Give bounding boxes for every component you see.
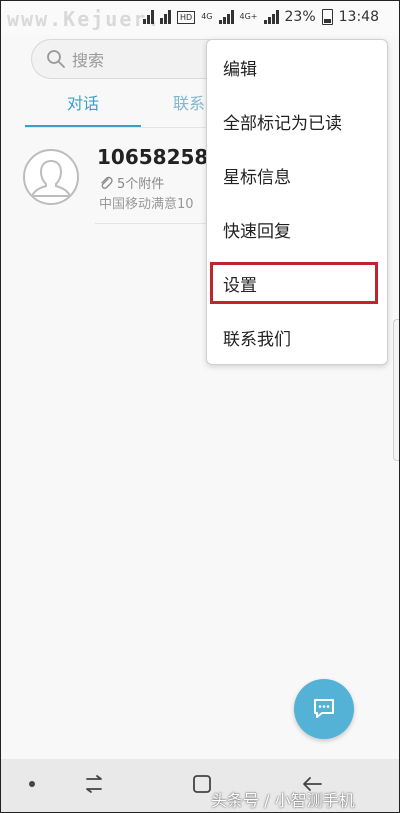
hd-icon: HD xyxy=(177,10,196,24)
signal-icon-2 xyxy=(160,10,172,24)
row-divider xyxy=(95,223,219,224)
recent-apps-icon[interactable] xyxy=(83,773,105,795)
network-4g-icon: 4G xyxy=(201,12,213,21)
menu-item-contact-us[interactable]: 联系我们 xyxy=(207,320,387,360)
attachment-info: 5个附件 xyxy=(99,173,164,192)
home-icon[interactable] xyxy=(191,773,213,795)
watermark-text: www.Kejuer. xyxy=(7,7,162,31)
signal-bars-icon-2 xyxy=(263,10,279,24)
menu-item-edit[interactable]: 编辑 xyxy=(207,50,387,90)
menu-item-mark-all-read[interactable]: 全部标记为已读 xyxy=(207,104,387,144)
overflow-menu: 编辑 全部标记为已读 星标信息 快速回复 设置 联系我们 xyxy=(206,39,388,365)
status-icons: HD 4G 4G+ 23% 13:48 xyxy=(143,9,379,25)
paperclip-icon xyxy=(101,176,113,189)
menu-item-quick-reply[interactable]: 快速回复 xyxy=(207,212,387,252)
attachment-count: 5个附件 xyxy=(117,177,165,192)
status-bar: www.Kejuer. HD 4G 4G+ 23% 13:48 xyxy=(1,1,399,35)
conversation-title: 10658258 xyxy=(97,145,209,169)
edge-panel-handle[interactable] xyxy=(393,319,399,461)
toutiao-watermark: 头条号 / 小智测手机 xyxy=(211,791,355,810)
battery-percent: 23% xyxy=(284,9,316,25)
chat-bubble-icon xyxy=(314,699,334,718)
navigation-bar: 头条号 / 小智测手机 xyxy=(1,759,399,812)
person-icon xyxy=(30,159,72,197)
menu-item-starred[interactable]: 星标信息 xyxy=(207,158,387,198)
signal-bars-icon xyxy=(218,10,234,24)
compose-button[interactable] xyxy=(294,679,354,739)
nav-hide-dot-icon[interactable] xyxy=(29,781,35,787)
battery-icon xyxy=(321,9,333,25)
message-preview: 中国移动满意10 xyxy=(99,197,194,212)
clock: 13:48 xyxy=(338,9,379,25)
avatar xyxy=(23,149,79,205)
screenshot-frame: www.Kejuer. HD 4G 4G+ 23% 13:48 搜索 对话 联系 xyxy=(0,0,400,813)
search-icon xyxy=(47,50,65,68)
signal-icon xyxy=(143,10,155,24)
network-4g-plus-icon: 4G+ xyxy=(239,12,258,21)
settings-highlight-box xyxy=(210,262,378,304)
tab-conversations[interactable]: 对话 xyxy=(25,89,141,128)
search-placeholder: 搜索 xyxy=(72,51,105,70)
